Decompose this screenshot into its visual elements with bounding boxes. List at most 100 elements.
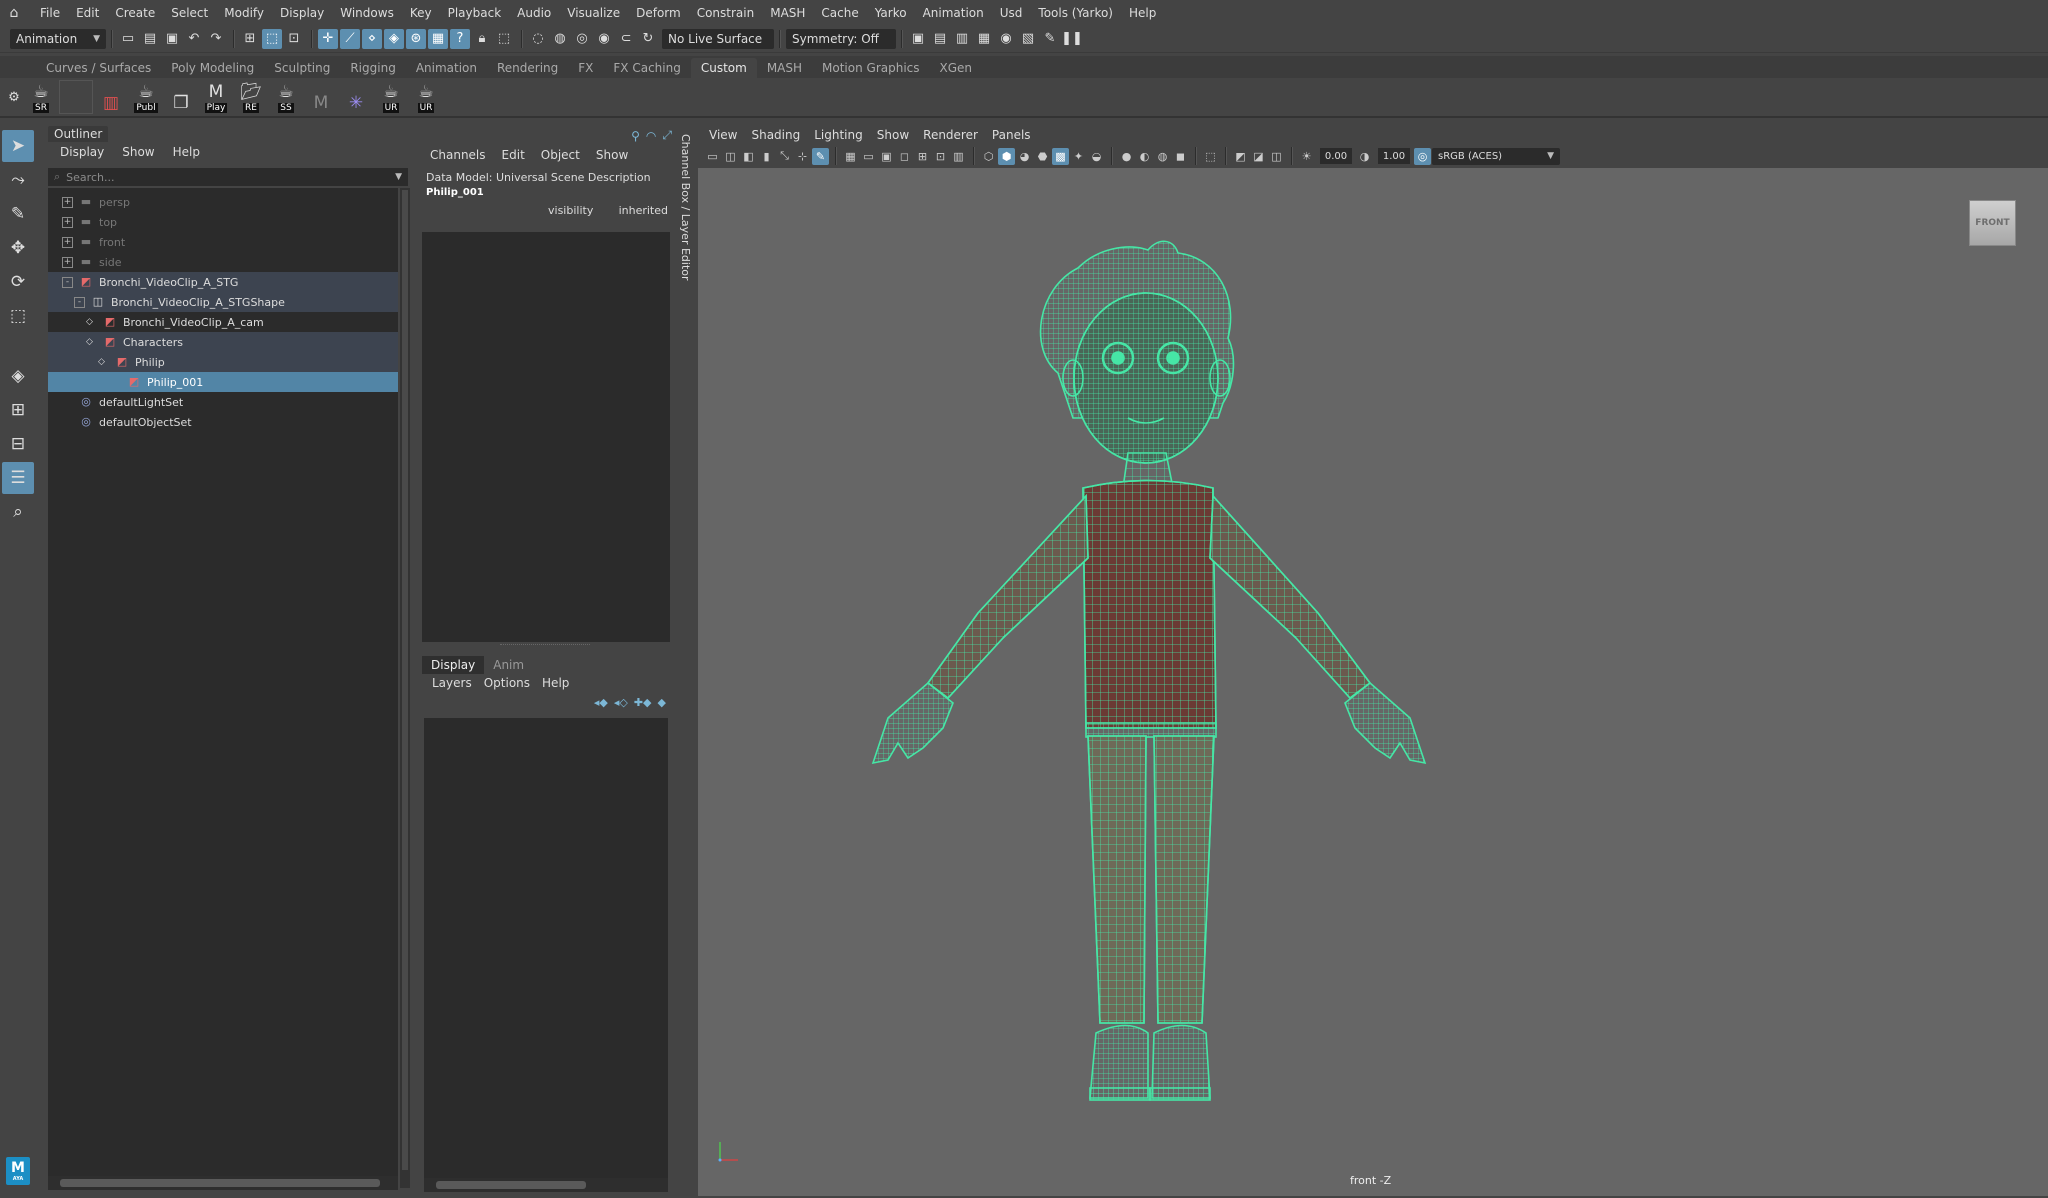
menu-modify[interactable]: Modify bbox=[216, 6, 272, 20]
default-material-icon[interactable]: ◕ bbox=[1016, 148, 1033, 165]
single-pane-layout-icon[interactable]: ◈ bbox=[2, 360, 34, 392]
layer-menu-help[interactable]: Help bbox=[536, 676, 575, 690]
shelf-tab-fx-caching[interactable]: FX Caching bbox=[603, 58, 690, 78]
open-scene-icon[interactable]: ▤ bbox=[140, 29, 160, 49]
menu-animation[interactable]: Animation bbox=[915, 6, 992, 20]
layer-tab-anim[interactable]: Anim bbox=[484, 656, 533, 674]
view-cube[interactable]: FRONT bbox=[1969, 200, 2016, 246]
move-tool-icon[interactable]: ✥ bbox=[2, 232, 34, 264]
expand-icon[interactable]: + bbox=[62, 216, 73, 228]
grease-pencil-icon[interactable]: ✎ bbox=[812, 147, 829, 165]
xray-active-icon[interactable]: ◪ bbox=[1250, 148, 1267, 165]
pause-icon[interactable]: ❚❚ bbox=[1061, 29, 1083, 49]
xray-joints-icon[interactable]: ◩ bbox=[1232, 148, 1249, 165]
channel-box-menu-object[interactable]: Object bbox=[533, 148, 588, 162]
scale-tool-icon[interactable]: ⬚ bbox=[2, 300, 34, 332]
shelf-button-ur[interactable]: ☕ UR bbox=[409, 80, 443, 114]
shelf-tab-animation[interactable]: Animation bbox=[406, 58, 487, 78]
lock-icon[interactable]: 🔒︎ bbox=[472, 29, 492, 49]
snap-surface-icon[interactable]: ▦ bbox=[428, 28, 448, 49]
menu-audio[interactable]: Audio bbox=[509, 6, 559, 20]
snap-curve-icon[interactable]: ⟋ bbox=[340, 28, 360, 49]
menu-cache[interactable]: Cache bbox=[813, 6, 866, 20]
menu-edit[interactable]: Edit bbox=[68, 6, 107, 20]
outliner-row[interactable]: ◇ ◩ Characters bbox=[48, 332, 398, 352]
outliner-row[interactable]: - ◫ Bronchi_VideoClip_A_STGShape bbox=[48, 292, 398, 312]
shelf-button-ss[interactable]: ☕ SS bbox=[269, 80, 303, 114]
shelf-button-item-4[interactable]: ❐ bbox=[164, 80, 198, 114]
snap-view-plane-icon[interactable]: ◈ bbox=[384, 28, 404, 49]
color-space-dropdown[interactable]: sRGB (ACES) ▼ bbox=[1432, 147, 1560, 165]
select-camera-icon[interactable]: ▭ bbox=[704, 148, 721, 165]
menu-usd[interactable]: Usd bbox=[992, 6, 1031, 20]
isolate-select-icon[interactable]: ⬚ bbox=[1202, 148, 1219, 165]
input-icon[interactable]: ◍ bbox=[550, 29, 570, 49]
make-live-icon[interactable]: ⊛ bbox=[406, 28, 426, 49]
shelf-tab-fx[interactable]: FX bbox=[568, 58, 603, 78]
hierarchy-diamond-icon[interactable]: ◇ bbox=[86, 317, 97, 327]
shelf-tab-xgen[interactable]: XGen bbox=[930, 58, 983, 78]
shelf-tab-mash[interactable]: MASH bbox=[757, 58, 812, 78]
render-setup-icon[interactable]: ▧ bbox=[1018, 29, 1038, 49]
menu-playback[interactable]: Playback bbox=[440, 6, 510, 20]
render-view-icon[interactable]: ▣ bbox=[908, 29, 928, 49]
shelf-button-ur[interactable]: ☕ UR bbox=[374, 80, 408, 114]
outliner-row[interactable]: - ◩ Bronchi_VideoClip_A_STG bbox=[48, 272, 398, 292]
move-layer-down-icon[interactable]: ◂◇ bbox=[614, 696, 628, 709]
menu-help[interactable]: Help bbox=[1121, 6, 1164, 20]
viewport-menu-lighting[interactable]: Lighting bbox=[807, 128, 870, 142]
layer-menu-layers[interactable]: Layers bbox=[426, 676, 478, 690]
menu-key[interactable]: Key bbox=[402, 6, 440, 20]
shelf-button-sr[interactable]: ☕ SR bbox=[24, 80, 58, 114]
menu-file[interactable]: File bbox=[32, 6, 68, 20]
shelf-tab-sculpting[interactable]: Sculpting bbox=[264, 58, 340, 78]
viewport-menu-renderer[interactable]: Renderer bbox=[916, 128, 985, 142]
menu-windows[interactable]: Windows bbox=[332, 6, 402, 20]
construction-icon[interactable]: ◉ bbox=[594, 29, 614, 49]
hierarchy-diamond-icon[interactable]: ◇ bbox=[98, 357, 109, 367]
viewport-canvas[interactable]: FRONT front -Z bbox=[698, 168, 2048, 1196]
snap-point-icon[interactable]: ⋄ bbox=[362, 28, 382, 49]
hypershade-icon[interactable]: ◉ bbox=[996, 29, 1016, 49]
menu-yarko[interactable]: Yarko bbox=[867, 6, 915, 20]
shelf-tab-poly-modeling[interactable]: Poly Modeling bbox=[161, 58, 264, 78]
hierarchy-diamond-icon[interactable]: ◇ bbox=[86, 337, 97, 347]
smooth-shade-icon[interactable]: ⬢ bbox=[998, 147, 1015, 165]
shadows-icon[interactable]: ◒ bbox=[1088, 148, 1105, 165]
outliner-vertical-scrollbar[interactable] bbox=[400, 188, 410, 1188]
output-icon[interactable]: ◎ bbox=[572, 29, 592, 49]
channel-box-menu-channels[interactable]: Channels bbox=[422, 148, 494, 162]
use-all-lights-icon[interactable]: ✦ bbox=[1070, 148, 1087, 165]
shelf-button-play[interactable]: M Play bbox=[199, 80, 233, 114]
layer-horizontal-scrollbar[interactable] bbox=[424, 1178, 668, 1192]
select-object-icon[interactable]: ⬚ bbox=[262, 28, 282, 49]
menu-select[interactable]: Select bbox=[163, 6, 216, 20]
channel-box-menu-edit[interactable]: Edit bbox=[494, 148, 533, 162]
help-icon[interactable]: ? bbox=[450, 28, 470, 49]
rotate-icon[interactable]: ↻ bbox=[638, 29, 658, 49]
outliner-row[interactable]: ◎ defaultLightSet bbox=[48, 392, 398, 412]
viewport-menu-show[interactable]: Show bbox=[870, 128, 916, 142]
four-pane-layout-icon[interactable]: ⊞ bbox=[2, 394, 34, 426]
rotate-tool-icon[interactable]: ⟳ bbox=[2, 266, 34, 298]
paint-select-tool-icon[interactable]: ✎ bbox=[2, 198, 34, 230]
shelf-settings-icon[interactable]: ⚙ bbox=[8, 87, 20, 107]
shelf-tab-curves-surfaces[interactable]: Curves / Surfaces bbox=[36, 58, 161, 78]
field-chart-icon[interactable]: ⊞ bbox=[914, 148, 931, 165]
expand-icon[interactable]: + bbox=[62, 256, 73, 268]
new-scene-icon[interactable]: ▭ bbox=[118, 29, 138, 49]
outliner-row[interactable]: + ▬ persp bbox=[48, 192, 398, 212]
live-surface-field[interactable]: No Live Surface bbox=[662, 28, 774, 49]
outliner-horizontal-scrollbar[interactable] bbox=[48, 1176, 398, 1190]
home-icon[interactable]: ⌂ bbox=[6, 5, 22, 21]
camera-attributes-icon[interactable]: ◫ bbox=[722, 148, 739, 165]
ipr-render-icon[interactable]: ▥ bbox=[952, 29, 972, 49]
collapse-icon[interactable]: - bbox=[74, 296, 85, 308]
search-icon[interactable]: ⌕ bbox=[2, 496, 34, 528]
attribute-value[interactable]: inherited bbox=[619, 204, 668, 217]
wireframe-icon[interactable]: ⬡ bbox=[980, 148, 997, 165]
film-gate-icon[interactable]: ▭ bbox=[860, 148, 877, 165]
splitter-handle[interactable] bbox=[500, 644, 590, 648]
attribute-editor-icon[interactable]: ◠ bbox=[646, 129, 656, 143]
grid-icon[interactable]: ▦ bbox=[842, 148, 859, 165]
